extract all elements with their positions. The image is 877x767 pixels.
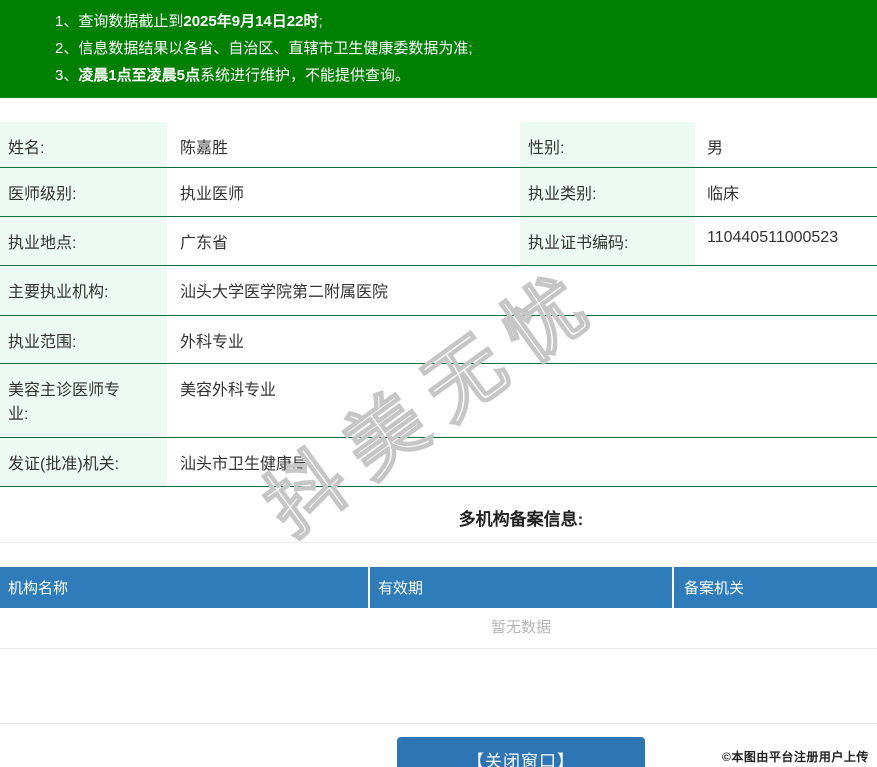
table-row-issuing-authority: 发证(批准)机关: 汕头市卫生健康局: [0, 438, 877, 487]
practice-category-value: 临床: [707, 186, 740, 203]
certificate-number-label: 执业证书编码:: [520, 217, 695, 265]
practice-scope-label: 执业范围:: [0, 316, 167, 363]
copyright-stamp: ©本图由平台注册用户上传: [722, 750, 869, 764]
name-label: 姓名:: [0, 122, 167, 167]
column-header-institution-name: 机构名称: [8, 580, 69, 597]
notice-number: 1、: [55, 13, 79, 30]
cosmetic-specialty-value: 美容外科专业: [180, 382, 277, 399]
notice-text: ;: [318, 13, 323, 30]
empty-data-message: 暂无数据: [0, 608, 877, 649]
practice-location-value: 广东省: [180, 235, 229, 252]
main-institution-value: 汕头大学医学院第二附属医院: [180, 284, 389, 301]
certificate-number-value: 110440511000523: [707, 229, 839, 246]
gender-value: 男: [707, 140, 724, 157]
cosmetic-specialty-label: 美容主诊医师专业:: [0, 364, 167, 437]
notice-line-3: 3、凌晨1点至凌晨5点系统进行维护，不能提供查询。: [55, 62, 877, 89]
table-row-cosmetic-specialty: 美容主诊医师专业: 美容外科专业: [0, 364, 877, 438]
table-row-level-category: 医师级别: 执业医师 执业类别: 临床: [0, 168, 877, 217]
page-container: 1、查询数据截止到2025年9月14日22时; 2、信息数据结果以各省、自治区、…: [0, 0, 877, 767]
practitioner-details-table: 姓名: 陈嘉胜 性别: 男 医师级别: 执业医师 执业类别: 临床 执业地点: …: [0, 122, 877, 487]
table-row-practice-scope: 执业范围: 外科专业: [0, 316, 877, 364]
name-value: 陈嘉胜: [180, 140, 229, 157]
notice-text: 系统进行维护，不能提供查询。: [200, 67, 411, 84]
multi-org-registration-heading: 多机构备案信息:: [0, 487, 877, 543]
notice-line-2: 2、信息数据结果以各省、自治区、直辖市卫生健康委数据为准;: [55, 35, 877, 62]
notice-number: 2、: [55, 40, 79, 57]
notice-text: 查询数据截止到: [78, 13, 184, 30]
practice-location-label: 执业地点:: [0, 217, 167, 265]
issuing-authority-value: 汕头市卫生健康局: [180, 456, 309, 473]
notice-text: 信息数据结果以各省、自治区、直辖市卫生健康委数据为准;: [78, 40, 473, 57]
practice-scope-value: 外科专业: [180, 334, 245, 351]
notice-bold-text: 凌晨1点至凌晨5点: [78, 67, 201, 84]
notice-line-1: 1、查询数据截止到2025年9月14日22时;: [55, 8, 877, 35]
registration-table-header: 机构名称 有效期 备案机关: [0, 567, 877, 608]
doctor-level-label: 医师级别:: [0, 168, 167, 216]
column-header-validity-period: 有效期: [368, 567, 672, 608]
practice-category-label: 执业类别:: [520, 168, 695, 216]
main-institution-label: 主要执业机构:: [0, 266, 167, 315]
table-row-location-certificate: 执业地点: 广东省 执业证书编码: 110440511000523: [0, 217, 877, 266]
notice-number: 3、: [55, 67, 79, 84]
table-row-name-gender: 姓名: 陈嘉胜 性别: 男: [0, 122, 877, 168]
table-row-main-institution: 主要执业机构: 汕头大学医学院第二附属医院: [0, 266, 877, 316]
close-window-button[interactable]: 【关闭窗口】: [397, 737, 645, 767]
column-header-registration-authority: 备案机关: [672, 567, 877, 608]
notice-banner: 1、查询数据截止到2025年9月14日22时; 2、信息数据结果以各省、自治区、…: [0, 0, 877, 98]
doctor-level-value: 执业医师: [180, 186, 245, 203]
notice-bold-text: 2025年9月14日22时: [183, 13, 319, 30]
issuing-authority-label: 发证(批准)机关:: [0, 438, 167, 486]
gender-label: 性别:: [520, 122, 695, 167]
